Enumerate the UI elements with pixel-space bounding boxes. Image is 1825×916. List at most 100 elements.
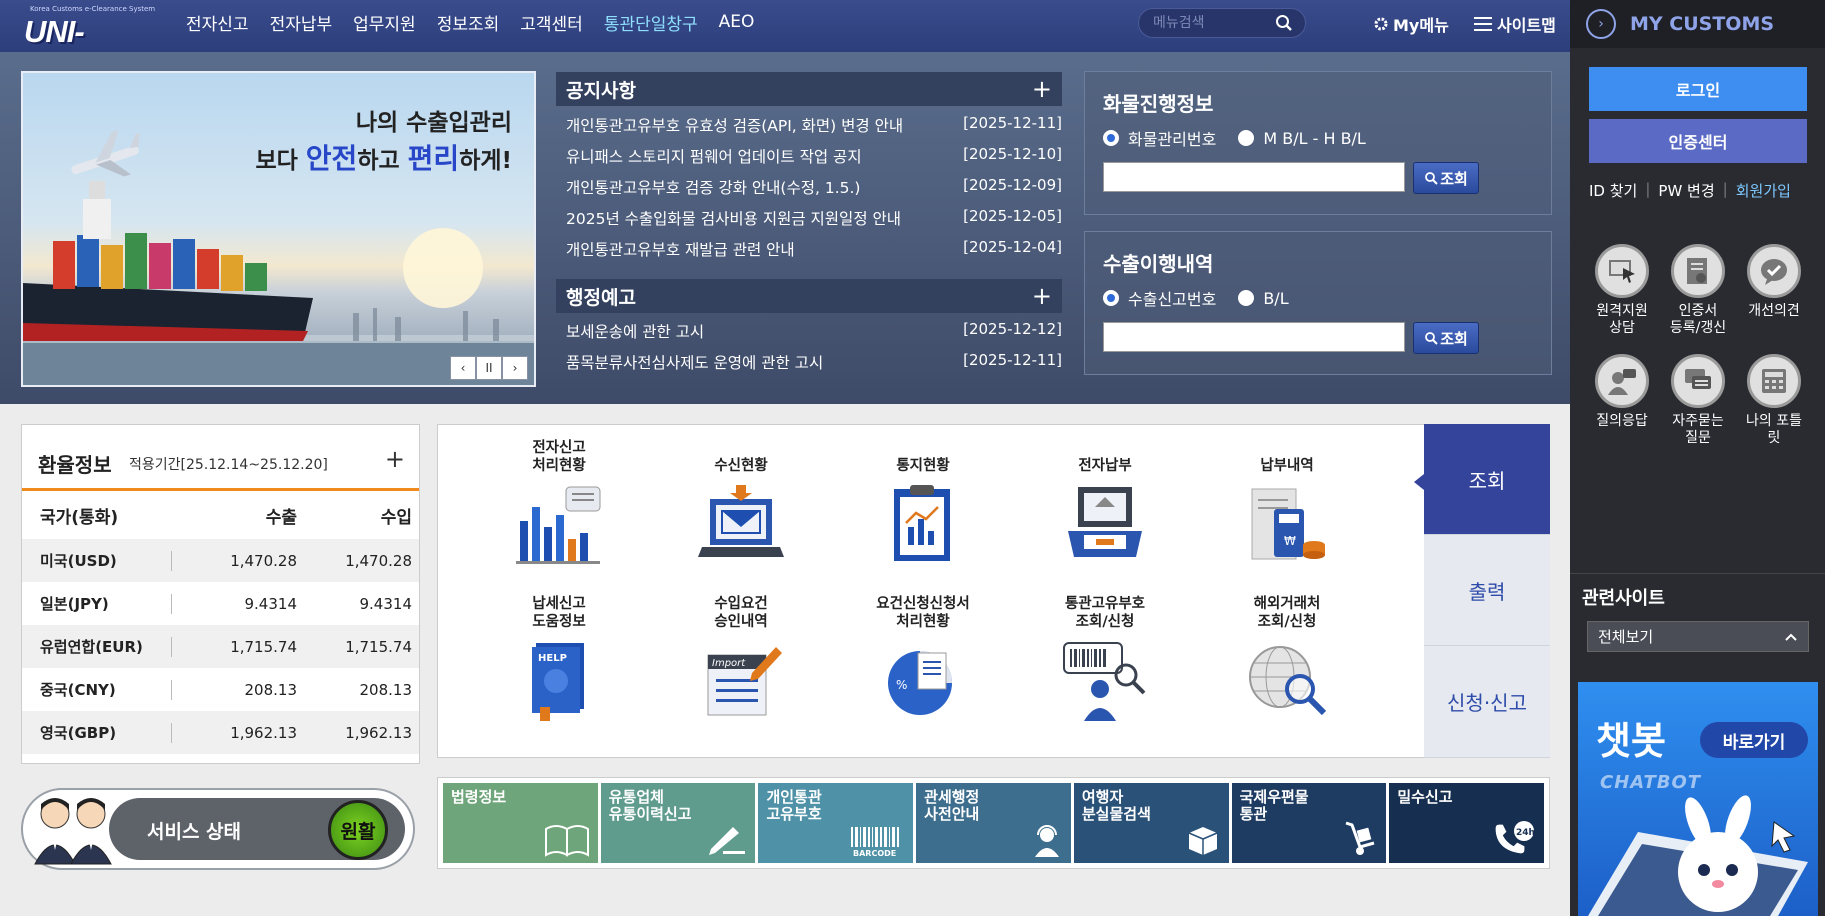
service-status-indicator: 원활 [328, 800, 388, 860]
book-icon [544, 823, 590, 857]
nav-customer-center[interactable]: 고객센터 [520, 10, 583, 35]
notice-item-title: 2025년 수출입화물 검사비용 지원금 지원일정 안내 [566, 210, 902, 228]
banner-pause-button[interactable]: II [476, 356, 502, 380]
join-link[interactable]: 회원가입 [1736, 180, 1791, 201]
service-import-approval[interactable]: 수입요건 승인내역 Import [676, 593, 806, 737]
link-customs-advance-guide[interactable]: 관세행정 사전안내 [916, 783, 1071, 863]
notice-item[interactable]: 유니패스 스토리지 펌웨어 업데이트 작업 공지 [2025-12-10] [566, 145, 1062, 176]
service-customs-id[interactable]: 통관고유부호 조회/신청 [1040, 593, 1170, 737]
pen-icon [707, 823, 747, 857]
exchange-row: 영국(GBP) 1,962.13 1,962.13 [22, 711, 419, 754]
banner-next-button[interactable]: › [502, 356, 528, 380]
faq-button[interactable]: 자주묻는 질문 [1660, 354, 1736, 447]
exchange-currency: 영국(GBP) [22, 722, 172, 743]
export-radio-decl-no[interactable]: 수출신고번호 [1103, 286, 1216, 310]
exchange-more-button[interactable]: + [385, 445, 405, 473]
cargo-search-input[interactable] [1103, 162, 1405, 192]
exchange-import-rate: 9.4314 [359, 594, 413, 613]
search-icon [1425, 172, 1438, 185]
cargo-radio-bl[interactable]: M B/L - H B/L [1238, 126, 1366, 150]
admin-notice-item-title: 품목분류사전심사제도 운영에 관한 고시 [566, 354, 824, 372]
link-law-info[interactable]: 법령정보 [443, 783, 598, 863]
service-shortcuts: 전자신고 처리현황 수신현황 통지현황 전자납부 납부내역 ₩ 납세신고 도움정… [437, 424, 1425, 758]
exchange-export-rate: 1,470.28 [230, 551, 297, 570]
chatbot-go-button[interactable]: 바로가기 [1700, 722, 1808, 758]
notice-item-date: [2025-12-05] [963, 207, 1062, 225]
phone-24h-icon: 24h [1492, 821, 1536, 857]
exchange-import-rate: 1,470.28 [345, 551, 412, 570]
qna-button[interactable]: 질의응답 [1584, 354, 1660, 430]
admin-notice-item-date: [2025-12-12] [963, 320, 1062, 338]
remote-support-button[interactable]: 원격지원 상담 [1584, 244, 1660, 337]
related-sites-select[interactable]: 전체보기 [1587, 621, 1809, 652]
exchange-export-rate: 1,715.74 [230, 637, 297, 656]
link-intl-mail-customs[interactable]: 국제우편물 통관 [1231, 783, 1387, 863]
export-search-button[interactable]: 조회 [1413, 322, 1479, 354]
notice-item-date: [2025-12-11] [963, 114, 1062, 132]
link-lost-item-search[interactable]: 여행자 분실물검색 [1073, 783, 1229, 863]
main-banner[interactable]: 나의 수출입관리 보다 안전하고 편리하게! ‹ II › [21, 71, 536, 387]
service-receipt-status[interactable]: 수신현황 [676, 437, 806, 581]
exchange-currency: 일본(JPY) [22, 593, 172, 614]
unipass-logo[interactable]: Korea Customs e-Clearance System UNI-PAS… [22, 4, 155, 85]
sitemap-button[interactable]: 사이트맵 [1474, 12, 1556, 36]
cargo-search-button[interactable]: 조회 [1413, 162, 1479, 194]
change-pw-link[interactable]: PW 변경 [1658, 180, 1714, 201]
banner-controls: ‹ II › [450, 356, 528, 380]
exchange-row: 일본(JPY) 9.4314 9.4314 [22, 582, 419, 625]
my-menu-button[interactable]: My메뉴 [1372, 12, 1449, 36]
admin-notice-item[interactable]: 보세운송에 관한 고시 [2025-12-12] [566, 320, 1062, 351]
nav-info-lookup[interactable]: 정보조회 [437, 10, 500, 35]
chevron-up-icon [1784, 632, 1798, 642]
nav-business-support[interactable]: 업무지원 [353, 10, 416, 35]
exchange-currency: 중국(CNY) [22, 679, 172, 700]
service-requirement-status[interactable]: 요건신청신청서 처리현황 % [858, 593, 988, 737]
admin-notice-item[interactable]: 품목분류사전심사제도 운영에 관한 고시 [2025-12-11] [566, 351, 1062, 382]
export-title: 수출이행내역 [1103, 252, 1214, 276]
service-overseas-partner[interactable]: 해외거래처 조회/신청 [1222, 593, 1352, 737]
notice-item[interactable]: 개인통관고유부호 유효성 검증(API, 화면) 변경 안내 [2025-12-1… [566, 114, 1062, 145]
nav-e-declaration[interactable]: 전자신고 [186, 10, 249, 35]
banner-subline: 보다 안전하고 편리하게! [255, 142, 512, 175]
tab-lookup[interactable]: 조회 [1414, 424, 1550, 535]
find-id-link[interactable]: ID 찾기 [1589, 180, 1637, 201]
banner-prev-button[interactable]: ‹ [450, 356, 476, 380]
sitemap-label: 사이트맵 [1497, 16, 1556, 35]
link-smuggling-report[interactable]: 밀수신고 24h [1389, 783, 1545, 863]
cert-register-button[interactable]: 인증서 등록/갱신 [1660, 244, 1736, 337]
help-book-icon: HELP [514, 637, 604, 737]
link-personal-customs-code[interactable]: 개인통관 고유부호 BARCODE [758, 783, 914, 863]
svg-text:%: % [896, 678, 907, 692]
chatbot-subtitle: CHATBOT [1600, 772, 1702, 793]
service-e-payment[interactable]: 전자납부 [1040, 437, 1170, 581]
cargo-radio-mgmt-no[interactable]: 화물관리번호 [1103, 126, 1216, 150]
service-tax-help[interactable]: 납세신고 도움정보 HELP [494, 593, 624, 737]
notice-item[interactable]: 개인통관고유부호 재발급 관련 안내 [2025-12-04] [566, 238, 1062, 269]
export-search-input[interactable] [1103, 322, 1405, 352]
exchange-import-rate: 208.13 [359, 680, 413, 699]
login-button[interactable]: 로그인 [1589, 67, 1807, 111]
notice-item[interactable]: 2025년 수출입화물 검사비용 지원금 지원일정 안내 [2025-12-05] [566, 207, 1062, 238]
menu-search-input[interactable] [1153, 14, 1263, 32]
admin-notice-more-button[interactable]: + [1032, 282, 1052, 310]
service-e-decl-status[interactable]: 전자신고 처리현황 [494, 437, 624, 581]
search-icon[interactable] [1275, 14, 1293, 32]
sidebar-toggle-icon[interactable]: › [1586, 9, 1616, 39]
notice-title: 공지사항 [566, 79, 636, 102]
notice-item[interactable]: 개인통관고유부호 검증 강화 안내(수정, 1.5.) [2025-12-09] [566, 176, 1062, 207]
tab-print[interactable]: 출력 [1424, 535, 1550, 646]
my-portlet-button[interactable]: 나의 포틀 릿 [1736, 354, 1812, 447]
nav-single-window[interactable]: 통관단일창구 [604, 10, 698, 35]
notice-item-date: [2025-12-04] [963, 238, 1062, 256]
tab-apply[interactable]: 신청·신고 [1424, 646, 1550, 758]
service-notice-status[interactable]: 통지현황 [858, 437, 988, 581]
service-payment-history[interactable]: 납부내역 ₩ [1222, 437, 1352, 581]
nav-e-payment[interactable]: 전자납부 [270, 10, 333, 35]
cert-center-button[interactable]: 인증센터 [1589, 119, 1807, 163]
chatbot-banner[interactable]: 챗봇 바로가기 CHATBOT [1578, 682, 1818, 916]
notice-more-button[interactable]: + [1032, 75, 1052, 103]
export-radio-bl[interactable]: B/L [1238, 286, 1289, 310]
link-distribution-report[interactable]: 유통업체 유통이력신고 [600, 783, 756, 863]
feedback-button[interactable]: 개선의견 [1736, 244, 1812, 320]
nav-aeo[interactable]: AEO [719, 12, 755, 32]
